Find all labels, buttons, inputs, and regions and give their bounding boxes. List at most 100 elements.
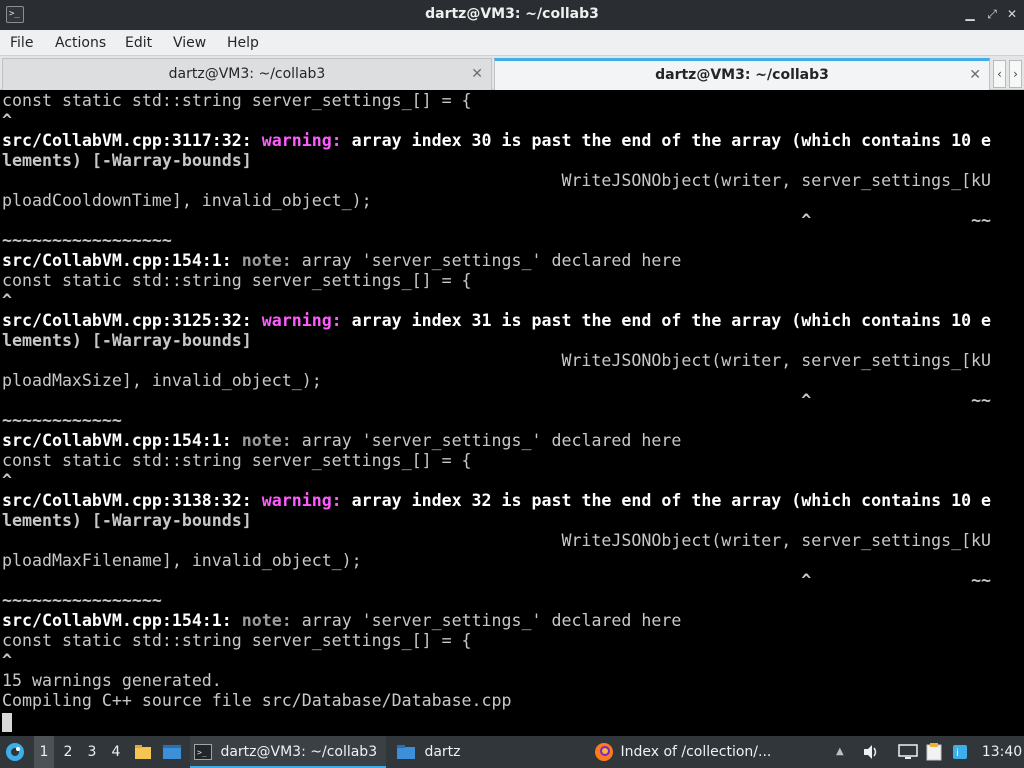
- terminal-line: ploadMaxFilename], invalid_object_);: [2, 551, 362, 570]
- terminal-line: ~~~~~~~~~~~~: [2, 411, 122, 430]
- note-label: note:: [241, 431, 302, 450]
- warning-label: warning:: [261, 311, 352, 330]
- desktop-1[interactable]: 1: [34, 736, 54, 768]
- terminal-output[interactable]: const static std::string server_settings…: [0, 91, 1024, 736]
- terminal-line: WriteJSONObject(writer, server_settings_…: [2, 351, 992, 370]
- terminal-line: src/CollabVM.cpp:154:1: note: array 'ser…: [2, 611, 681, 631]
- tab-label: dartz@VM3: ~/collab3: [655, 67, 829, 83]
- firefox-icon: [595, 743, 613, 761]
- tilde-marker: ~~: [811, 571, 992, 590]
- tab-close-icon[interactable]: ✕: [969, 61, 981, 89]
- terminal-line: WriteJSONObject(writer, server_settings_…: [2, 171, 992, 190]
- note-message: array 'server_settings_' declared here: [301, 611, 682, 630]
- terminal-icon: >_: [194, 744, 212, 760]
- note-message: array 'server_settings_' declared here: [301, 431, 682, 450]
- warning-label: warning:: [261, 491, 352, 510]
- file-location: src/CollabVM.cpp:154:1:: [2, 251, 242, 270]
- tab-close-icon[interactable]: ✕: [471, 59, 483, 89]
- menu-bar: File Actions Edit View Help: [0, 30, 1024, 56]
- menu-edit[interactable]: Edit: [125, 35, 152, 51]
- file-location: src/CollabVM.cpp:3117:32:: [2, 131, 262, 150]
- tab-terminal-2[interactable]: dartz@VM3: ~/collab3 ✕: [494, 58, 990, 90]
- tab-bar: dartz@VM3: ~/collab3 ✕ dartz@VM3: ~/coll…: [0, 56, 1024, 90]
- clipboard-icon[interactable]: [926, 736, 948, 768]
- tab-label: dartz@VM3: ~/collab3: [168, 66, 326, 82]
- show-desktop-icon[interactable]: [134, 736, 154, 768]
- terminal-line: ^: [2, 291, 12, 310]
- desktop-2[interactable]: 2: [58, 736, 78, 768]
- menu-file[interactable]: File: [10, 35, 33, 51]
- close-button[interactable]: ✕: [1004, 6, 1020, 22]
- window-glyph: [163, 745, 181, 759]
- terminal-line: ^ ~~: [2, 571, 991, 591]
- update-notifier-icon[interactable]: i: [952, 736, 972, 768]
- warning-message: array index 32 is past the end of the ar…: [351, 491, 992, 510]
- terminal-scrollbar[interactable]: [1020, 91, 1024, 736]
- minimize-button[interactable]: ▁: [962, 6, 978, 22]
- warning-label: warning:: [261, 131, 352, 150]
- task-browser[interactable]: Index of /collection/...: [594, 736, 794, 768]
- terminal-line: ^: [2, 111, 12, 130]
- window-switcher-icon[interactable]: [162, 736, 184, 768]
- menu-help[interactable]: Help: [227, 35, 259, 51]
- terminal-line: lements) [-Warray-bounds]: [2, 511, 252, 530]
- terminal-line: src/CollabVM.cpp:3138:32: warning: array…: [2, 491, 991, 511]
- desktop-3[interactable]: 3: [82, 736, 102, 768]
- clock[interactable]: 13:40: [980, 736, 1024, 768]
- terminal-line: src/CollabVM.cpp:3125:32: warning: array…: [2, 311, 991, 331]
- taskbar: 1 2 3 4 >_ dartz@VM3: ~/collab3 dartz In…: [0, 736, 1024, 768]
- terminal-line: ^: [2, 471, 12, 490]
- files-glyph: [135, 745, 151, 759]
- warning-message: array index 30 is past the end of the ar…: [351, 131, 992, 150]
- terminal-line: Compiling C++ source file src/Database/D…: [2, 691, 512, 710]
- terminal-line: ^: [2, 651, 12, 670]
- menu-view[interactable]: View: [173, 35, 206, 51]
- terminal-line: 15 warnings generated.: [2, 671, 222, 690]
- terminal-line: ploadCooldownTime], invalid_object_);: [2, 191, 372, 210]
- terminal-line: const static std::string server_settings…: [2, 91, 472, 110]
- terminal-line: src/CollabVM.cpp:154:1: note: array 'ser…: [2, 251, 681, 271]
- tilde-marker: ~~: [811, 391, 992, 410]
- file-location: src/CollabVM.cpp:3138:32:: [2, 491, 262, 510]
- file-location: src/CollabVM.cpp:154:1:: [2, 611, 242, 630]
- note-message: array 'server_settings_' declared here: [301, 251, 682, 270]
- volume-icon[interactable]: [862, 736, 882, 768]
- menu-actions[interactable]: Actions: [55, 35, 106, 51]
- tab-scroll-right-icon[interactable]: ›: [1009, 60, 1022, 88]
- window-title: dartz@VM3: ~/collab3: [425, 6, 599, 22]
- monitor-glyph: [898, 744, 918, 759]
- task-folder[interactable]: dartz: [394, 736, 574, 768]
- tab-terminal-1[interactable]: dartz@VM3: ~/collab3 ✕: [2, 58, 492, 90]
- terminal-line: const static std::string server_settings…: [2, 271, 472, 290]
- task-folder-label: dartz: [424, 744, 461, 760]
- terminal-line: const static std::string server_settings…: [2, 631, 472, 650]
- note-label: note:: [241, 611, 302, 630]
- tab-scroll-left-icon[interactable]: ‹: [993, 60, 1006, 88]
- terminal-line: ~~~~~~~~~~~~~~~~~: [2, 231, 172, 250]
- terminal-line: ~~~~~~~~~~~~~~~~: [2, 591, 162, 610]
- network-icon[interactable]: [898, 736, 920, 768]
- desktop-4[interactable]: 4: [106, 736, 126, 768]
- terminal-line: ^ ~~: [2, 391, 991, 411]
- terminal-line: lements) [-Warray-bounds]: [2, 151, 252, 170]
- caret: ^: [2, 211, 812, 230]
- terminal-line: src/CollabVM.cpp:154:1: note: array 'ser…: [2, 431, 681, 451]
- maximize-button[interactable]: ⤢: [984, 6, 1000, 22]
- window-titlebar[interactable]: >_ dartz@VM3: ~/collab3 ▁ ⤢ ✕: [0, 0, 1024, 30]
- terminal-line: const static std::string server_settings…: [2, 451, 472, 470]
- task-terminal[interactable]: >_ dartz@VM3: ~/collab3: [190, 736, 386, 768]
- svg-text:i: i: [956, 748, 959, 759]
- folder-icon: [397, 745, 415, 759]
- tray-expand-icon[interactable]: ▲: [836, 736, 852, 768]
- update-glyph: i: [953, 745, 967, 759]
- launcher-glyph: [6, 743, 24, 761]
- task-terminal-label: dartz@VM3: ~/collab3: [220, 744, 378, 760]
- speaker-glyph: [864, 745, 877, 759]
- note-label: note:: [241, 251, 302, 270]
- kde-launcher-icon[interactable]: [4, 736, 28, 768]
- warning-message: array index 31 is past the end of the ar…: [351, 311, 992, 330]
- caret: ^: [2, 571, 812, 590]
- task-browser-label: Index of /collection/...: [620, 744, 772, 760]
- terminal-line: lements) [-Warray-bounds]: [2, 331, 252, 350]
- file-location: src/CollabVM.cpp:154:1:: [2, 431, 242, 450]
